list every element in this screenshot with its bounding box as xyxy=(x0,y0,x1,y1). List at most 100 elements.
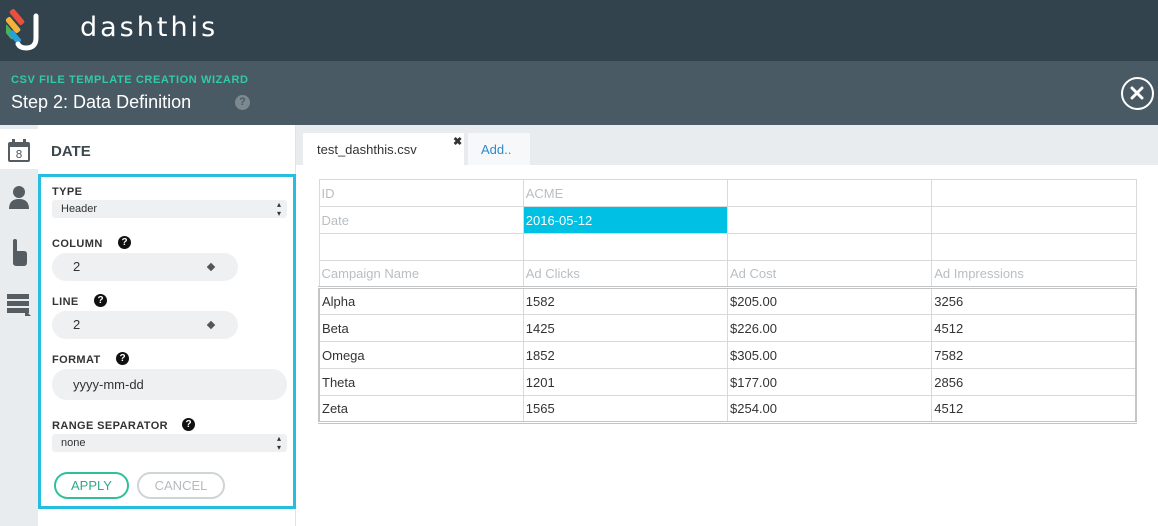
table-cell[interactable]: 1201 xyxy=(522,368,729,396)
line-value: 2 xyxy=(73,317,81,332)
table-cell[interactable]: Alpha xyxy=(317,287,524,315)
rail-item-user[interactable] xyxy=(0,177,38,217)
range-separator-value: none xyxy=(61,437,86,449)
format-label: FORMAT xyxy=(52,354,101,366)
table-cell[interactable]: $254.00 xyxy=(726,395,933,424)
table-cell[interactable]: Campaign Name xyxy=(318,260,524,289)
table-cell[interactable]: ID xyxy=(318,179,524,207)
range-separator-label: RANGE SEPARATOR xyxy=(52,420,169,432)
table-row xyxy=(318,233,1137,261)
table-cell[interactable]: 4512 xyxy=(931,395,1138,424)
file-tab-strip: test_dashthis.csv ✖ Add.. xyxy=(296,125,1158,165)
date-panel: DATE TYPE Header ▴ ▾ COLUMN ? 2 LINE ? 2 … xyxy=(38,125,296,526)
table-cell[interactable]: $226.00 xyxy=(726,314,933,342)
close-icon xyxy=(1130,86,1144,100)
table-cell[interactable]: 7582 xyxy=(931,341,1138,369)
table-row: Zeta 1565 $254.00 4512 xyxy=(317,395,1138,424)
table-row: Alpha 1582 $205.00 3256 xyxy=(317,287,1138,315)
table-cell[interactable] xyxy=(931,206,1137,234)
table-cell[interactable]: ACME xyxy=(522,179,729,207)
type-select-value: Header xyxy=(61,203,98,215)
table-row: ID ACME xyxy=(318,179,1137,207)
table-cell[interactable] xyxy=(726,179,933,207)
tab-label: test_dashthis.csv xyxy=(317,142,417,157)
type-select[interactable]: Header ▴ ▾ xyxy=(52,200,287,218)
type-label: TYPE xyxy=(52,186,83,198)
select-arrows-icon: ▴ ▾ xyxy=(276,200,281,218)
table-cell[interactable]: 2016-05-12 xyxy=(522,206,729,234)
tab-add[interactable]: Add.. xyxy=(468,133,530,165)
wizard-header: CSV FILE TEMPLATE CREATION WIZARD Step 2… xyxy=(0,61,1158,125)
table-cell[interactable] xyxy=(318,233,524,261)
pointer-hand-icon xyxy=(13,239,27,266)
format-input[interactable]: yyyy-mm-dd xyxy=(52,369,287,400)
apply-button[interactable]: APPLY xyxy=(54,472,129,499)
table-cell[interactable]: 4512 xyxy=(931,314,1138,342)
table-cell[interactable]: 1425 xyxy=(522,314,729,342)
table-cell[interactable]: $177.00 xyxy=(726,368,933,396)
wizard-kicker: CSV FILE TEMPLATE CREATION WIZARD xyxy=(11,74,249,86)
column-label: COLUMN xyxy=(52,238,103,250)
top-bar: dashthis xyxy=(0,0,1158,61)
table-cell[interactable] xyxy=(931,179,1137,207)
table-cell[interactable]: $205.00 xyxy=(726,287,933,315)
help-icon[interactable]: ? xyxy=(116,352,129,365)
table-cell[interactable]: Ad Clicks xyxy=(522,260,729,289)
table-cell[interactable]: 1582 xyxy=(522,287,729,315)
format-value: yyyy-mm-dd xyxy=(73,377,144,392)
table-cell[interactable]: Ad Cost xyxy=(726,260,933,289)
table-list-icon xyxy=(7,294,31,316)
app-root: dashthis CSV FILE TEMPLATE CREATION WIZA… xyxy=(0,0,1158,526)
line-label: LINE xyxy=(52,296,79,308)
wizard-title: Step 2: Data Definition xyxy=(11,92,192,112)
column-stepper[interactable]: 2 xyxy=(52,253,238,281)
help-icon[interactable]: ? xyxy=(182,418,195,431)
column-value: 2 xyxy=(73,259,81,274)
date-form: TYPE Header ▴ ▾ COLUMN ? 2 LINE ? 2 FORMA… xyxy=(38,174,296,509)
user-icon xyxy=(9,186,29,209)
add-tab-label: Add.. xyxy=(481,142,512,157)
table-row: Date 2016-05-12 xyxy=(318,206,1137,234)
table-cell[interactable]: Date xyxy=(318,206,524,234)
table-cell[interactable] xyxy=(726,206,933,234)
table-cell[interactable]: 2856 xyxy=(931,368,1138,396)
table-cell[interactable]: Omega xyxy=(317,341,524,369)
table-row: Campaign Name Ad Clicks Ad Cost Ad Impressi… xyxy=(318,260,1137,289)
table-cell[interactable]: Zeta xyxy=(317,395,524,424)
table-cell[interactable] xyxy=(726,233,933,261)
table-row: Beta 1425 $226.00 4512 xyxy=(317,314,1138,342)
table-cell[interactable]: 3256 xyxy=(931,287,1138,315)
table-row: Omega 1852 $305.00 7582 xyxy=(317,341,1138,369)
table-cell[interactable]: 1852 xyxy=(522,341,729,369)
help-icon[interactable]: ? xyxy=(235,95,250,110)
close-wizard-button[interactable] xyxy=(1121,77,1154,110)
help-icon[interactable]: ? xyxy=(118,236,131,249)
icon-rail: 8 xyxy=(0,125,38,526)
calendar-badge: 8 xyxy=(16,148,23,161)
stepper-icon xyxy=(206,320,216,330)
csv-preview-table: ID ACME Date 2016-05-12 Campaign Name Ad Clic… xyxy=(317,179,1138,424)
range-separator-select[interactable]: none ▴ ▾ xyxy=(52,434,287,452)
table-cell[interactable] xyxy=(931,233,1137,261)
rail-item-date[interactable]: 8 xyxy=(0,129,38,169)
table-cell[interactable]: Theta xyxy=(317,368,524,396)
rail-item-table[interactable] xyxy=(0,285,38,325)
stepper-icon xyxy=(206,262,216,272)
line-stepper[interactable]: 2 xyxy=(52,311,238,339)
panel-title: DATE xyxy=(51,143,91,160)
table-cell[interactable] xyxy=(522,233,729,261)
cancel-button[interactable]: CANCEL xyxy=(137,472,225,499)
dashthis-logo-icon[interactable] xyxy=(6,6,48,52)
tab-test-dashthis-csv[interactable]: test_dashthis.csv ✖ xyxy=(303,133,464,165)
brand-name: dashthis xyxy=(80,12,219,43)
calendar-icon: 8 xyxy=(8,139,30,162)
table-row: Theta 1201 $177.00 2856 xyxy=(317,368,1138,396)
select-arrows-icon: ▴ ▾ xyxy=(276,434,281,452)
table-cell[interactable]: Beta xyxy=(317,314,524,342)
table-cell[interactable]: 1565 xyxy=(522,395,729,424)
rail-item-pointer[interactable] xyxy=(0,233,38,273)
close-tab-icon[interactable]: ✖ xyxy=(453,135,462,148)
help-icon[interactable]: ? xyxy=(94,294,107,307)
table-cell[interactable]: Ad Impressions xyxy=(931,260,1137,289)
table-cell[interactable]: $305.00 xyxy=(726,341,933,369)
